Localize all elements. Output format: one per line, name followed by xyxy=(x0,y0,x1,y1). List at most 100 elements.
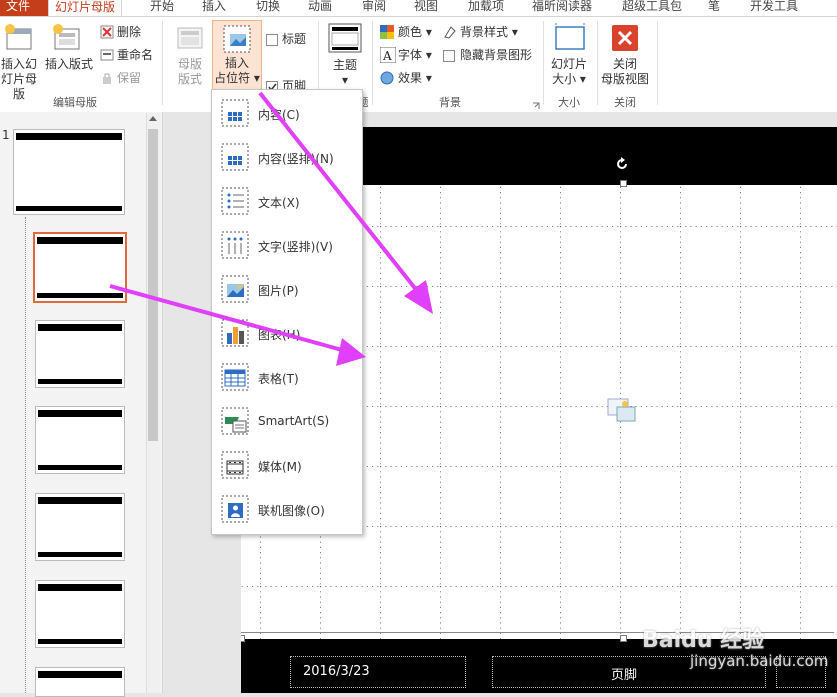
resize-handle[interactable] xyxy=(620,180,627,187)
layout-thumbnail[interactable] xyxy=(35,320,125,388)
tab-insert[interactable]: 插入 xyxy=(202,0,226,16)
slide-master-thumbnail[interactable] xyxy=(13,129,125,215)
menu-item-online-image[interactable]: 联机图像(O) xyxy=(212,488,362,532)
tab-addins[interactable]: 加载项 xyxy=(468,0,504,16)
layout-thumbnail[interactable] xyxy=(35,580,125,648)
menu-item-chart[interactable]: 图表(H) xyxy=(212,312,362,356)
title-checkbox-label: 标题 xyxy=(282,32,307,46)
svg-text:A: A xyxy=(382,49,392,63)
picture-placeholder-icon xyxy=(607,395,637,425)
insert-layout-icon[interactable] xyxy=(52,23,82,53)
tab-transitions[interactable]: 切换 xyxy=(256,0,280,16)
menu-item-label: 文字(竖排)(V) xyxy=(258,240,333,254)
layout-thumbnail[interactable] xyxy=(35,493,125,561)
ribbon-tabs: 文件 幻灯片母版 开始 插入 切换 动画 审阅 视图 加载项 福昕阅读器 超级工… xyxy=(0,0,837,17)
group-label-background: 背景 xyxy=(439,96,461,109)
hide-background-checkbox[interactable] xyxy=(443,50,455,62)
tab-review[interactable]: 审阅 xyxy=(362,0,386,16)
menu-item-label: SmartArt(S) xyxy=(258,414,330,428)
insert-placeholder-label: 插入 占位符 ▾ xyxy=(214,56,260,85)
insert-placeholder-menu: 内容(C) 内容(竖排)(N) 文本(X) 文字(竖排)(V) 图片(P) 图表… xyxy=(211,89,363,535)
preserve-icon xyxy=(100,71,114,85)
menu-item-content-vertical[interactable]: 内容(竖排)(N) xyxy=(212,136,362,180)
close-master-view-button[interactable]: 关闭 母版视图 xyxy=(598,57,652,87)
rotate-handle-icon[interactable] xyxy=(615,157,629,171)
menu-item-label: 图表(H) xyxy=(258,328,301,342)
menu-item-label: 内容(竖排)(N) xyxy=(258,152,334,166)
tab-view[interactable]: 视图 xyxy=(414,0,438,16)
menu-item-label: 文本(X) xyxy=(258,196,300,210)
group-label-close: 关闭 xyxy=(614,96,636,109)
fonts-icon: A xyxy=(379,46,397,64)
resize-handle[interactable] xyxy=(241,635,245,642)
menu-item-smartart[interactable]: SmartArt(S) xyxy=(212,400,362,444)
master-layout-button[interactable]: 母版 版式 xyxy=(172,57,208,87)
title-checkbox[interactable] xyxy=(266,34,278,46)
picture-icon xyxy=(221,275,249,303)
theme-button[interactable]: 主题 ▾ xyxy=(326,58,364,88)
date-text: 2016/3/23 xyxy=(303,664,370,679)
thumbnail-scrollbar[interactable] xyxy=(146,113,160,693)
watermark-logo: Baidu 经验 xyxy=(642,628,765,653)
group-separator xyxy=(657,21,658,105)
delete-button[interactable]: 删除 xyxy=(117,24,141,40)
slide-thumbnail-pane: 1 xyxy=(0,112,163,697)
insert-placeholder-button[interactable]: 插入 占位符 ▾ xyxy=(212,20,262,92)
hide-background-label: 隐藏背景图形 xyxy=(460,48,533,62)
menu-item-media[interactable]: 媒体(M) xyxy=(212,444,362,488)
layout-thumbnail-selected[interactable] xyxy=(33,232,127,303)
group-label-size: 大小 xyxy=(558,96,580,109)
insert-placeholder-icon xyxy=(222,24,252,54)
background-styles-button[interactable]: 背景样式 ▾ xyxy=(460,24,518,40)
slide-size-icon[interactable] xyxy=(554,23,586,53)
insert-layout-button[interactable]: 插入版式 xyxy=(42,57,96,72)
menu-item-content[interactable]: 内容(C) xyxy=(212,92,362,136)
menu-item-table[interactable]: 表格(T) xyxy=(212,356,362,400)
tab-foxit[interactable]: 福昕阅读器 xyxy=(532,0,592,16)
slide-size-button[interactable]: 幻灯片 大小 ▾ xyxy=(545,57,593,87)
rename-icon xyxy=(100,48,114,62)
content-vertical-icon xyxy=(221,143,249,171)
ribbon: 插入幻 灯片母版 插入版式 删除 重命名 保留 编辑母版 母版 版式 插入 占位… xyxy=(0,17,837,113)
menu-item-label: 内容(C) xyxy=(258,108,300,122)
menu-item-picture[interactable]: 图片(P) xyxy=(212,268,362,312)
menu-item-text[interactable]: 文本(X) xyxy=(212,180,362,224)
menu-item-label: 媒体(M) xyxy=(258,460,302,474)
tab-home[interactable]: 开始 xyxy=(150,0,174,16)
insert-slide-master-icon[interactable] xyxy=(4,23,34,53)
colors-button[interactable]: 颜色 ▾ xyxy=(398,24,432,40)
watermark-url: jingyan.baidu.com xyxy=(690,652,829,670)
close-icon[interactable] xyxy=(612,25,638,51)
text-vertical-icon xyxy=(221,231,249,259)
theme-icon[interactable] xyxy=(328,23,362,55)
content-icon xyxy=(221,99,249,127)
group-separator xyxy=(543,21,544,105)
fonts-button[interactable]: 字体 ▾ xyxy=(398,47,432,63)
scroll-up-icon[interactable] xyxy=(149,116,157,121)
rename-button[interactable]: 重命名 xyxy=(117,47,153,63)
group-separator xyxy=(372,21,373,105)
tab-developer[interactable]: 开发工具 xyxy=(750,0,798,16)
tab-slide-master[interactable]: 幻灯片母版 xyxy=(48,0,123,16)
tab-file[interactable]: 文件 xyxy=(0,0,48,16)
table-icon xyxy=(221,363,249,391)
tab-super-tools[interactable]: 超级工具包 xyxy=(622,0,682,16)
group-separator xyxy=(162,21,163,105)
dialog-launcher-icon[interactable] xyxy=(532,99,540,109)
background-styles-icon xyxy=(443,25,457,39)
tab-pen[interactable]: 笔 xyxy=(708,0,720,16)
effects-button[interactable]: 效果 ▾ xyxy=(398,70,432,86)
menu-item-text-vertical[interactable]: 文字(竖排)(V) xyxy=(212,224,362,268)
resize-handle[interactable] xyxy=(620,635,627,642)
chart-icon xyxy=(221,319,249,347)
master-layout-icon xyxy=(176,25,204,53)
scrollbar-thumb[interactable] xyxy=(148,129,158,441)
group-label-edit-master: 编辑母版 xyxy=(53,96,97,109)
tab-animations[interactable]: 动画 xyxy=(308,0,332,16)
preserve-button[interactable]: 保留 xyxy=(117,70,141,86)
delete-icon xyxy=(100,25,114,39)
layout-thumbnail[interactable] xyxy=(35,406,125,474)
slide-number: 1 xyxy=(2,128,10,142)
date-placeholder[interactable]: 2016/3/23 xyxy=(290,656,466,688)
menu-item-label: 联机图像(O) xyxy=(258,504,325,518)
